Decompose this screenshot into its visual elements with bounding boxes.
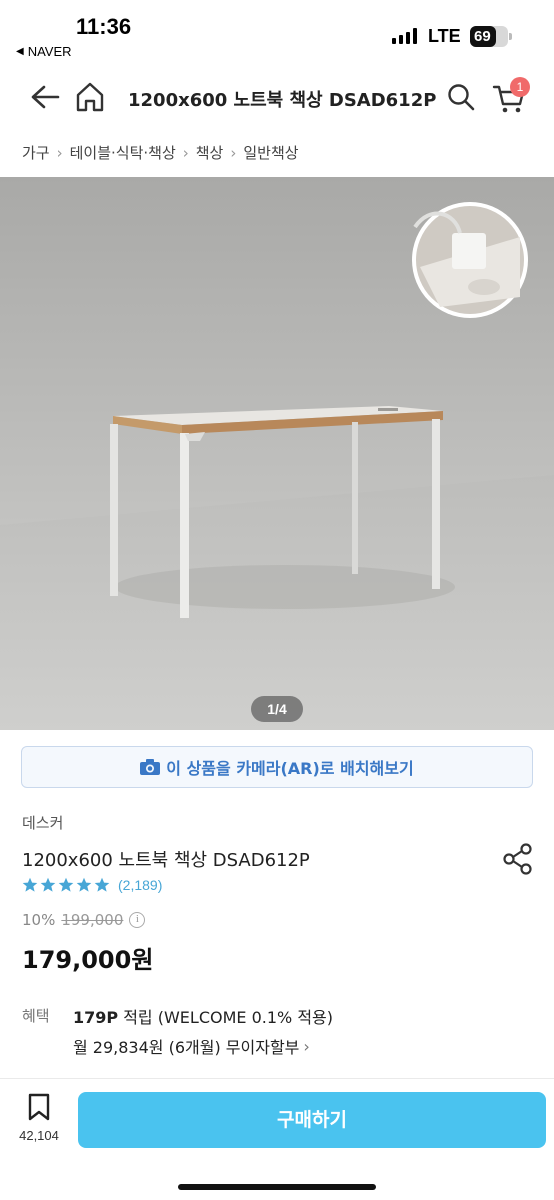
review-count-link[interactable]: (2,189) bbox=[118, 877, 162, 893]
image-page-indicator: 1/4 bbox=[251, 696, 303, 722]
home-icon[interactable] bbox=[74, 80, 106, 114]
sale-price: 179,000원 bbox=[22, 946, 154, 974]
chevron-right-icon: › bbox=[303, 1036, 310, 1056]
star-icon bbox=[22, 877, 38, 892]
info-icon[interactable]: i bbox=[129, 912, 146, 928]
star-icon bbox=[40, 877, 56, 892]
network-type: LTE bbox=[428, 26, 461, 46]
star-icon bbox=[76, 877, 92, 892]
star-icon bbox=[58, 877, 74, 892]
ar-button-label: 이 상품을 카메라(AR)로 배치해보기 bbox=[166, 759, 414, 778]
status-bar: 11:36 ◀ NAVER LTE 69 bbox=[0, 0, 554, 68]
buy-button[interactable]: 구매하기 bbox=[78, 1092, 546, 1148]
original-price: 199,000 bbox=[61, 911, 124, 929]
battery-level: 69 bbox=[474, 28, 491, 45]
breadcrumb-item[interactable]: 일반책상 bbox=[243, 142, 298, 163]
price-discount-row: 10% 199,000 i bbox=[22, 911, 146, 929]
product-name: 1200x600 노트북 책상 DSAD612P bbox=[22, 850, 310, 871]
search-icon[interactable] bbox=[446, 82, 476, 112]
breadcrumb-separator-icon: › bbox=[182, 143, 189, 162]
cart-count-badge: 1 bbox=[510, 77, 530, 97]
desk-product-image bbox=[0, 177, 554, 730]
breadcrumb-separator-icon: › bbox=[56, 143, 63, 162]
breadcrumb-item[interactable]: 테이블·식탁·책상 bbox=[70, 142, 176, 163]
points-benefit: 179P 적립 (WELCOME 0.1% 적용) bbox=[73, 1004, 333, 1028]
installment-text: 월 29,834원 (6개월) 무이자할부 bbox=[73, 1038, 300, 1057]
ar-view-button[interactable]: 이 상품을 카메라(AR)로 배치해보기 bbox=[21, 746, 533, 788]
breadcrumb-separator-icon: › bbox=[230, 143, 237, 162]
points-amount: 179P bbox=[73, 1008, 119, 1027]
installment-link[interactable]: 월 29,834원 (6개월) 무이자할부 › bbox=[73, 1034, 310, 1058]
status-time: 11:36 bbox=[76, 14, 132, 39]
camera-icon bbox=[140, 759, 161, 775]
points-description: 적립 (WELCOME 0.1% 적용) bbox=[118, 1008, 334, 1027]
battery-icon: 69 bbox=[470, 26, 508, 47]
share-icon[interactable] bbox=[502, 842, 534, 876]
bookmark-icon bbox=[28, 1093, 50, 1121]
back-triangle-icon: ◀ bbox=[16, 46, 24, 57]
discount-rate: 10% bbox=[22, 911, 56, 929]
breadcrumb: 가구 › 테이블·식탁·책상 › 책상 › 일반책상 bbox=[22, 142, 299, 163]
page-title: 1200x600 노트북 책상 DSAD612P bbox=[128, 90, 437, 111]
back-to-app-link[interactable]: ◀ NAVER bbox=[16, 44, 72, 59]
star-list bbox=[22, 877, 110, 893]
benefit-label: 혜택 bbox=[22, 1007, 50, 1025]
brand-name[interactable]: 데스커 bbox=[22, 812, 63, 833]
back-app-label: NAVER bbox=[27, 44, 72, 59]
star-icon bbox=[94, 877, 110, 892]
rating-stars[interactable]: (2,189) bbox=[22, 877, 162, 893]
product-image-carousel[interactable] bbox=[0, 177, 554, 730]
divider bbox=[0, 1078, 554, 1079]
cellular-signal-icon bbox=[392, 28, 417, 44]
breadcrumb-item[interactable]: 가구 bbox=[22, 142, 50, 163]
breadcrumb-item[interactable]: 책상 bbox=[196, 142, 224, 163]
home-indicator bbox=[178, 1184, 376, 1190]
battery-nub bbox=[509, 33, 512, 40]
top-nav-bar: 1200x600 노트북 책상 DSAD612P bbox=[0, 72, 554, 124]
back-arrow-icon[interactable] bbox=[28, 80, 62, 114]
bookmark-count: 42,104 bbox=[19, 1128, 59, 1143]
bookmark-button[interactable]: 42,104 bbox=[18, 1093, 60, 1143]
